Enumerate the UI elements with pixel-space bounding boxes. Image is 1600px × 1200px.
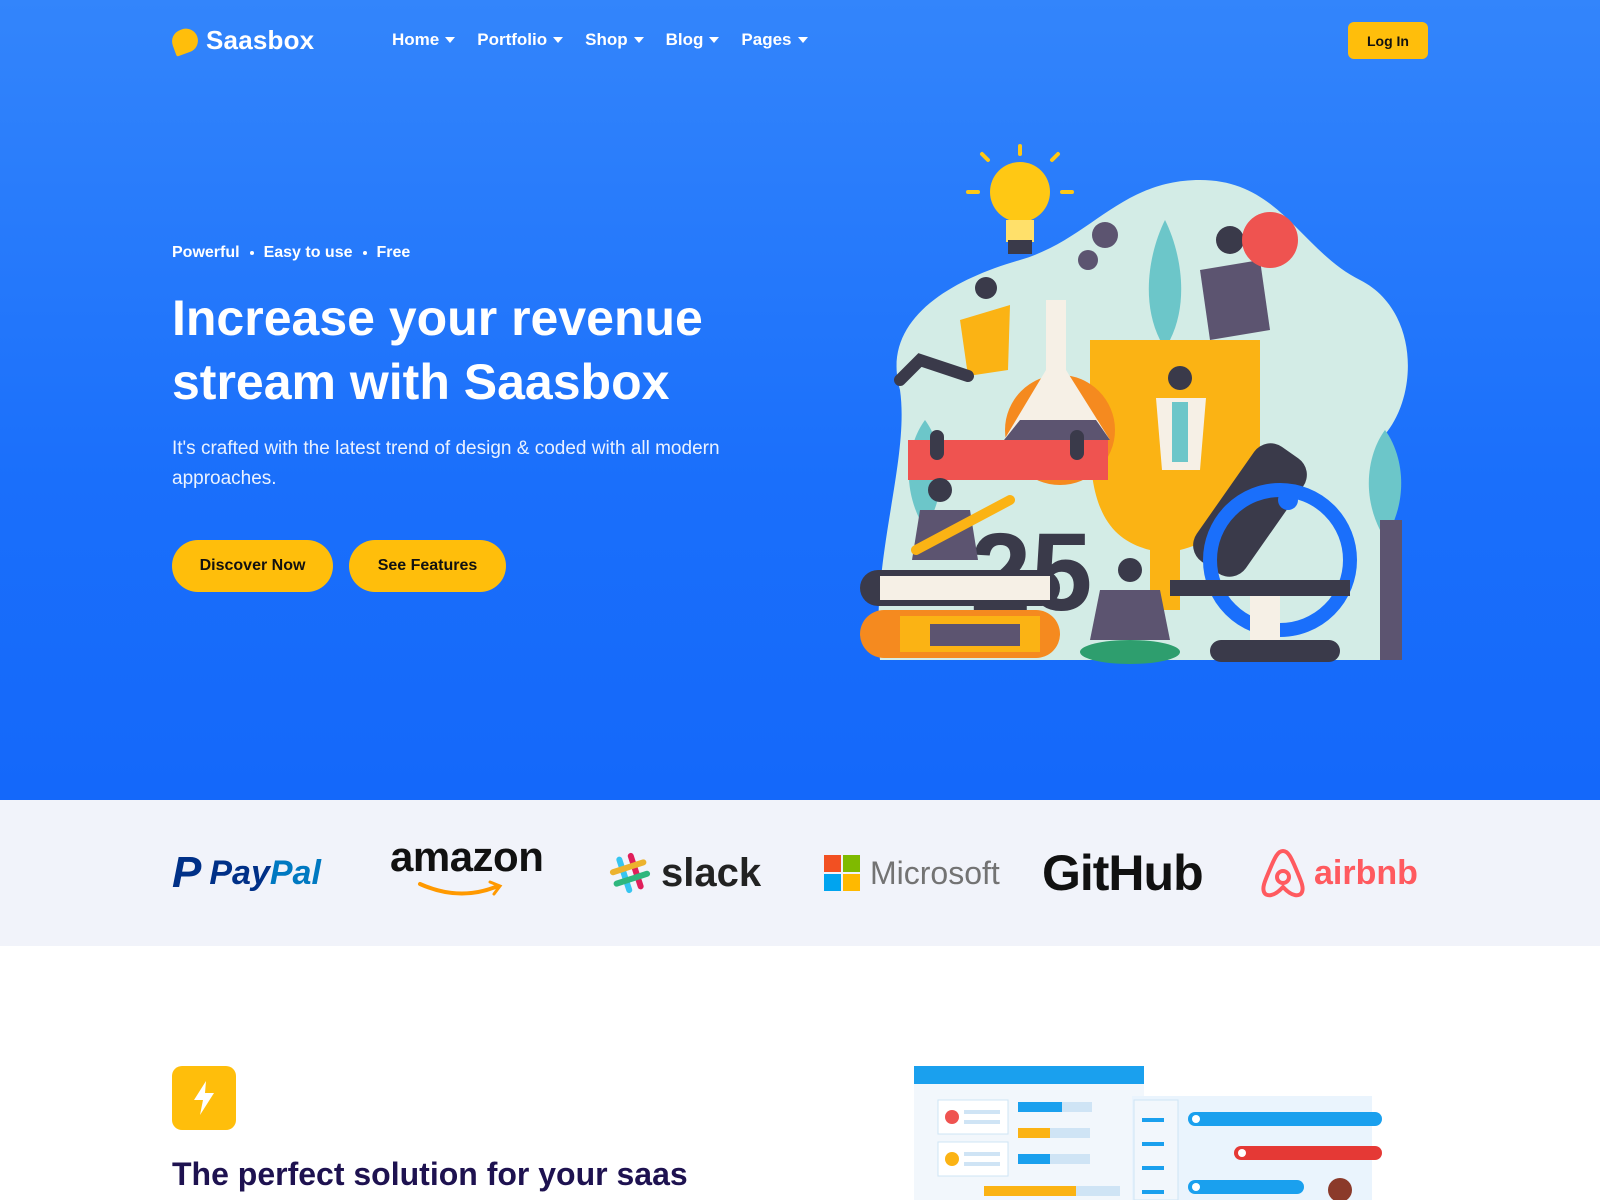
- nav-item-label: Pages: [741, 30, 792, 49]
- hero-tagline: Powerful Easy to use Free: [172, 244, 410, 262]
- see-features-button[interactable]: See Features: [349, 540, 506, 592]
- discover-now-button[interactable]: Discover Now: [172, 540, 333, 592]
- lightning-bolt-icon: [172, 1066, 236, 1130]
- paypal-word-pal: Pal: [269, 853, 321, 892]
- slack-logo[interactable]: slack: [607, 838, 761, 908]
- microsoft-wordmark: Microsoft: [870, 854, 1000, 891]
- nav-item-portfolio[interactable]: Portfolio: [477, 30, 564, 50]
- feature-title: The perfect solution for your saas: [172, 1156, 688, 1192]
- brand-logo[interactable]: Saasbox: [168, 24, 315, 57]
- hero-subheading: It's crafted with the latest trend of de…: [172, 438, 720, 489]
- logo-icon: [168, 24, 202, 57]
- nav-item-shop[interactable]: Shop: [585, 30, 644, 50]
- bullet-dot: [249, 251, 254, 255]
- bullet-dot: [362, 251, 367, 255]
- nav-item-label: Blog: [665, 30, 704, 49]
- nav-item-label: Home: [392, 30, 440, 49]
- headline-line-2: stream with Saasbox: [172, 354, 670, 410]
- paypal-logo[interactable]: P PayPal: [172, 838, 321, 908]
- headline-line-1: Increase your revenue: [172, 290, 703, 346]
- hero-headline: Increase your revenue stream with Saasbo…: [172, 286, 792, 414]
- chevron-down-icon: [797, 37, 808, 43]
- nav-item-blog[interactable]: Blog: [666, 30, 720, 50]
- hero-illustration: 25: [860, 144, 1408, 664]
- nav-item-home[interactable]: Home: [392, 30, 456, 50]
- main-menu: Home Portfolio Shop Blog Pages: [392, 30, 808, 50]
- airbnb-belo-icon: [1261, 848, 1305, 898]
- chevron-down-icon: [709, 37, 720, 43]
- airbnb-logo[interactable]: airbnb: [1260, 838, 1418, 908]
- login-button[interactable]: Log In: [1348, 22, 1428, 59]
- paypal-icon: P: [172, 848, 202, 897]
- github-logo[interactable]: GitHub: [1042, 838, 1204, 908]
- tag-powerful: Powerful: [172, 244, 240, 261]
- lightbulb-icon: [966, 144, 1074, 254]
- hero-section: Saasbox Home Portfolio Shop Blog Pages L…: [0, 0, 1600, 800]
- microsoft-windows-icon: [824, 855, 860, 891]
- top-navbar: Saasbox Home Portfolio Shop Blog Pages L…: [168, 22, 1428, 62]
- nav-item-label: Portfolio: [477, 30, 548, 49]
- chevron-down-icon: [553, 37, 564, 43]
- nav-item-label: Shop: [585, 30, 628, 49]
- microsoft-logo[interactable]: Microsoft: [824, 838, 1000, 908]
- chevron-down-icon: [445, 37, 456, 43]
- tag-free: Free: [376, 244, 411, 261]
- airbnb-wordmark: airbnb: [1314, 853, 1418, 892]
- slack-hash-icon: [609, 852, 651, 894]
- amazon-smile-icon: [418, 880, 503, 896]
- paypal-wordmark: PayPal: [209, 854, 321, 893]
- slack-wordmark: slack: [661, 850, 762, 895]
- amazon-wordmark: amazon: [390, 833, 544, 880]
- paypal-word-pay: Pay: [209, 853, 270, 892]
- tag-easy: Easy to use: [263, 244, 353, 261]
- brand-name: Saasbox: [206, 25, 315, 55]
- github-wordmark: GitHub: [1042, 845, 1204, 901]
- nav-item-pages[interactable]: Pages: [741, 30, 808, 50]
- amazon-logo[interactable]: amazon: [390, 833, 544, 904]
- partner-logos-strip: P PayPal amazon slack Microsoft GitHub a…: [0, 800, 1600, 946]
- chevron-down-icon: [633, 37, 644, 43]
- dashboard-illustration: [914, 1066, 1382, 1200]
